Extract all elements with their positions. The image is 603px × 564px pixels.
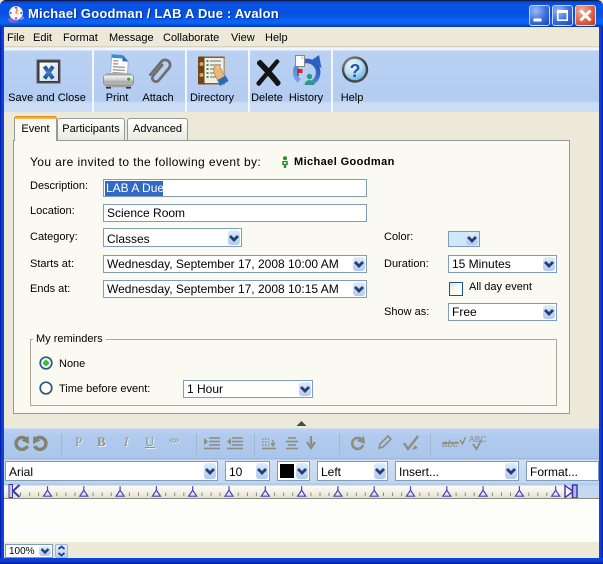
svg-text:abc: abc [442, 439, 458, 450]
svg-text:?: ? [350, 61, 361, 81]
svg-text:ABC: ABC [469, 434, 486, 444]
